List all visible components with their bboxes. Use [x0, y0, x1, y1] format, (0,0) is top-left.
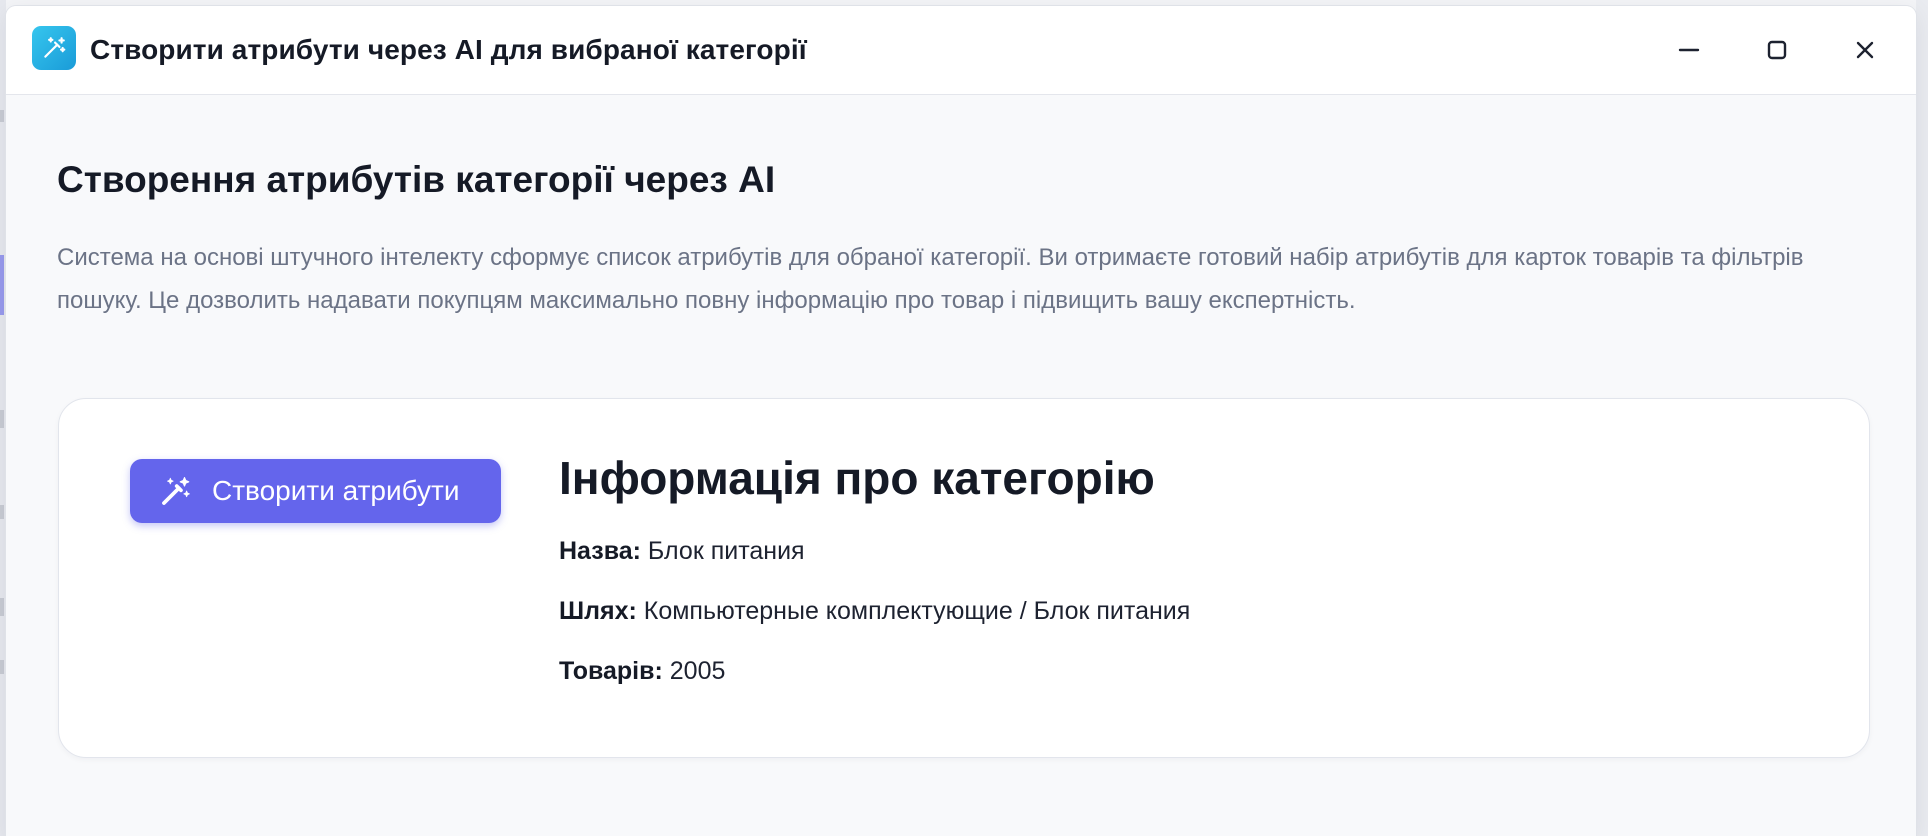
category-path-label: Шлях: — [559, 597, 637, 625]
page-description: Система на основі штучного інтелекту сфо… — [57, 244, 1804, 314]
category-path-value: Компьютерные комплектующие / Блок питани… — [643, 597, 1191, 625]
category-name-value: Блок питания — [647, 537, 805, 565]
ai-attributes-dialog: Створити атрибути через AI для вибраної … — [6, 6, 1916, 836]
close-button[interactable] — [1845, 30, 1885, 70]
minimize-button[interactable] — [1669, 30, 1709, 70]
create-attributes-label: Створити атрибути — [212, 475, 460, 506]
magic-wand-icon — [32, 26, 76, 70]
create-attributes-button[interactable]: Створити атрибути — [130, 459, 501, 523]
category-info-heading: Інформація про категорію — [559, 452, 1155, 504]
background-right-edge — [1916, 0, 1928, 836]
close-icon — [1856, 41, 1874, 59]
maximize-icon — [1767, 40, 1787, 60]
dialog-titlebar: Створити атрибути через AI для вибраної … — [6, 6, 1916, 95]
maximize-button[interactable] — [1757, 30, 1797, 70]
category-name-label: Назва: — [559, 537, 641, 565]
minimize-icon — [1678, 48, 1700, 52]
category-count-label: Товарів: — [559, 657, 663, 685]
category-count-row: Товарів: 2005 — [559, 657, 725, 686]
category-count-value: 2005 — [669, 657, 726, 685]
page-title: Створення атрибутів категорії через AI — [57, 159, 776, 200]
category-card: Створити атрибути Інформація про категор… — [58, 398, 1870, 758]
sparkle-wand-icon — [158, 473, 194, 509]
category-name-row: Назва: Блок питания — [559, 537, 805, 566]
category-path-row: Шлях: Компьютерные комплектующие / Блок … — [559, 597, 1190, 626]
dialog-title: Створити атрибути через AI для вибраної … — [90, 34, 807, 65]
